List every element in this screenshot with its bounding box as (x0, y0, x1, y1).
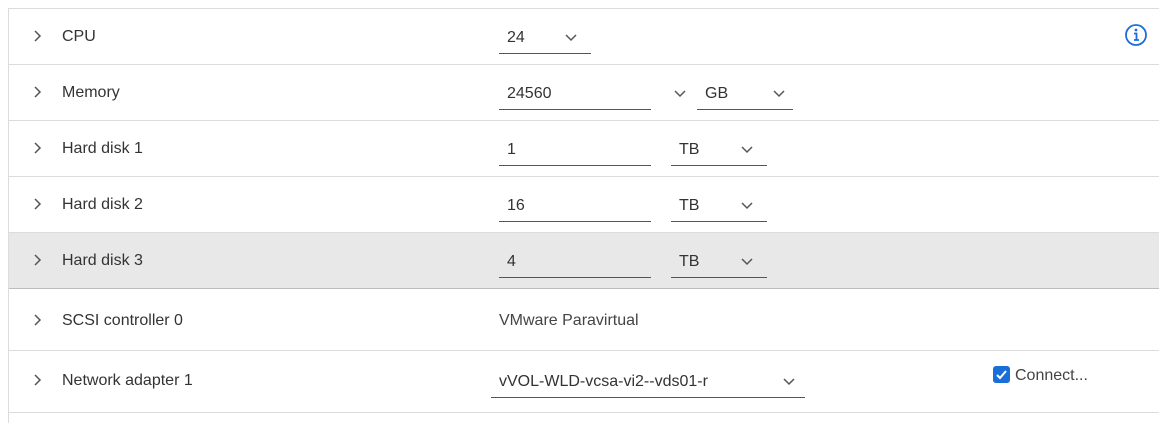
memory-input[interactable]: 24560 (499, 78, 651, 110)
hard-disk-2-label: Hard disk 2 (62, 196, 143, 213)
row-hard-disk-3: Hard disk 3 4 TB (9, 233, 1159, 289)
network-value: vVOL-WLD-vcsa-vi2--vds01-r (499, 373, 708, 390)
vm-hardware-panel: CPU 24 Memory 24560 GB Hard disk 1 1 TB … (8, 8, 1159, 423)
network-select[interactable]: vVOL-WLD-vcsa-vi2--vds01-r (491, 366, 805, 398)
connect-checkbox[interactable] (993, 366, 1010, 383)
chevron-down-icon (773, 90, 785, 98)
scsi-controller-label: SCSI controller 0 (62, 312, 183, 329)
chevron-right-icon[interactable] (31, 141, 45, 155)
chevron-down-icon (741, 146, 753, 154)
hard-disk-1-size: 1 (507, 141, 516, 158)
chevron-right-icon[interactable] (31, 85, 45, 99)
connect-label: Connect... (1015, 367, 1088, 384)
chevron-right-icon[interactable] (31, 197, 45, 211)
memory-value: 24560 (507, 85, 552, 102)
hard-disk-2-size-input[interactable]: 16 (499, 190, 651, 222)
row-hard-disk-1: Hard disk 1 1 TB (9, 121, 1159, 177)
chevron-right-icon[interactable] (31, 373, 45, 387)
memory-label: Memory (62, 84, 120, 101)
checkmark-icon (996, 370, 1007, 380)
cpu-label: CPU (62, 28, 96, 45)
info-icon[interactable] (1124, 23, 1148, 47)
row-scsi-controller-0: SCSI controller 0 VMware Paravirtual (9, 291, 1159, 351)
hard-disk-2-size: 16 (507, 197, 525, 214)
hard-disk-3-label: Hard disk 3 (62, 252, 143, 269)
chevron-right-icon[interactable] (31, 29, 45, 43)
hard-disk-3-size-input[interactable]: 4 (499, 246, 651, 278)
hard-disk-1-size-input[interactable]: 1 (499, 134, 651, 166)
chevron-down-icon (741, 202, 753, 210)
cpu-select[interactable]: 24 (499, 22, 591, 54)
hard-disk-3-unit-select[interactable]: TB (671, 246, 767, 278)
chevron-right-icon[interactable] (31, 253, 45, 267)
hard-disk-1-label: Hard disk 1 (62, 140, 143, 157)
memory-unit-select[interactable]: GB (697, 78, 793, 110)
row-memory: Memory 24560 GB (9, 65, 1159, 121)
hard-disk-3-unit: TB (679, 253, 700, 270)
row-hard-disk-2: Hard disk 2 16 TB (9, 177, 1159, 233)
hard-disk-2-unit: TB (679, 197, 700, 214)
memory-unit: GB (705, 85, 729, 102)
memory-preset-chevron-down-icon[interactable] (674, 90, 686, 98)
hard-disk-3-size: 4 (507, 253, 516, 270)
network-adapter-label: Network adapter 1 (62, 372, 193, 389)
chevron-right-icon[interactable] (31, 313, 45, 327)
hard-disk-1-unit-select[interactable]: TB (671, 134, 767, 166)
scsi-controller-type: VMware Paravirtual (499, 312, 639, 329)
chevron-down-icon (741, 258, 753, 266)
cpu-value: 24 (507, 29, 525, 46)
hard-disk-2-unit-select[interactable]: TB (671, 190, 767, 222)
row-network-adapter-1: Network adapter 1 vVOL-WLD-vcsa-vi2--vds… (9, 351, 1159, 413)
hard-disk-1-unit: TB (679, 141, 700, 158)
chevron-down-icon (783, 378, 795, 386)
row-cpu: CPU 24 (9, 9, 1159, 65)
chevron-down-icon (565, 34, 577, 42)
